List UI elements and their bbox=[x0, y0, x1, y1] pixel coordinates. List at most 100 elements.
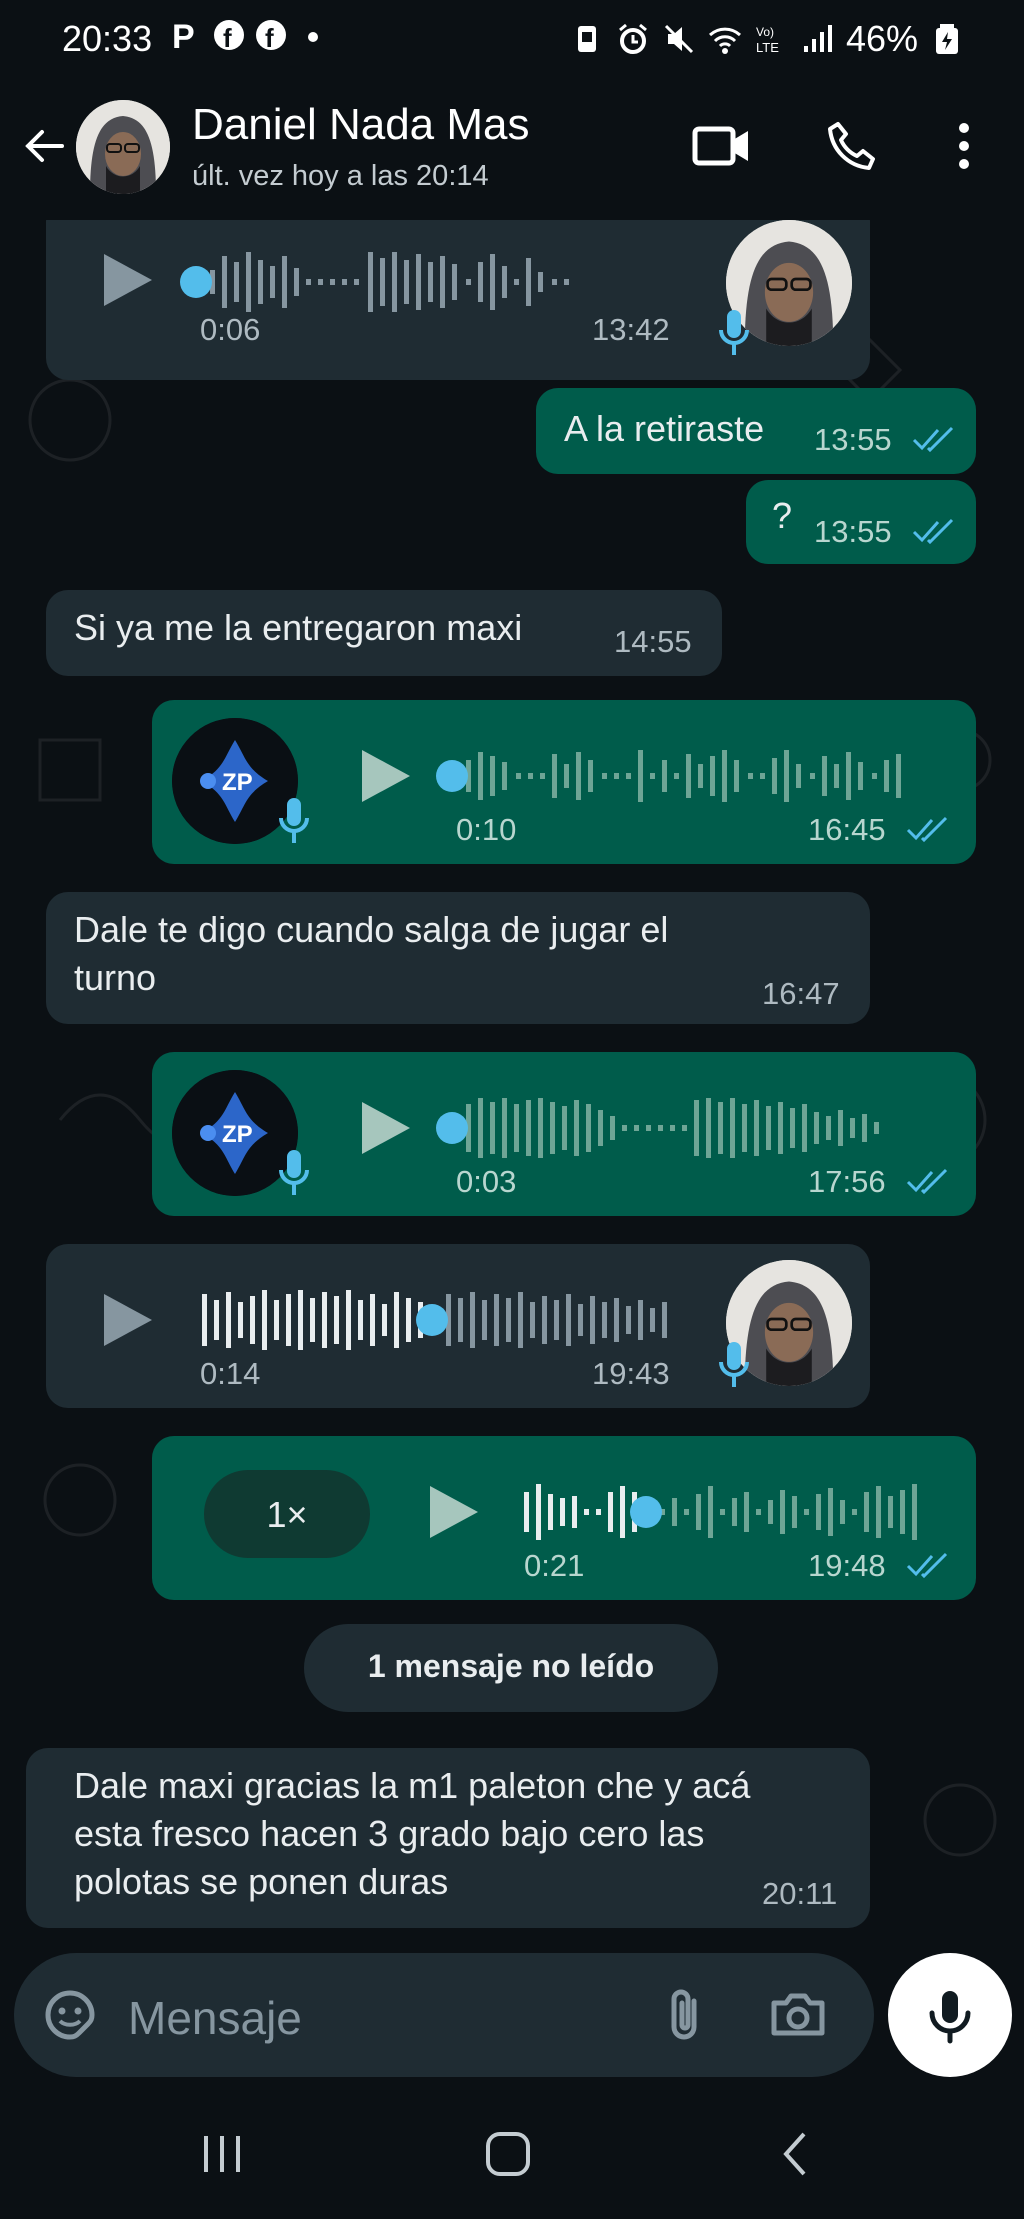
system-navigation-bar bbox=[0, 2088, 1024, 2219]
chat-header: Daniel Nada Mas últ. vez hoy a las 20:14 bbox=[0, 78, 1024, 220]
incoming-text-message[interactable]: Dale maxi gracias la m1 paleton che y ac… bbox=[26, 1748, 870, 1928]
svg-text:f: f bbox=[265, 23, 274, 52]
video-camera-icon bbox=[692, 126, 748, 166]
voice-duration: 0:06 bbox=[200, 312, 261, 347]
notification-icons: P f f bbox=[170, 18, 330, 52]
play-icon[interactable] bbox=[354, 1098, 414, 1158]
message-text-line: turno bbox=[74, 957, 157, 998]
recent-apps-icon[interactable] bbox=[192, 2124, 252, 2184]
voice-duration: 0:10 bbox=[456, 812, 517, 847]
battery-percent: 46% bbox=[845, 18, 918, 59]
play-icon[interactable] bbox=[96, 250, 156, 310]
screenshot-icon bbox=[577, 26, 596, 52]
volte-icon: Vo)LTE bbox=[756, 25, 779, 55]
message-time: 20:11 bbox=[762, 1876, 838, 1911]
incoming-text-message[interactable]: Dale te digo cuando salga de jugar el tu… bbox=[46, 892, 870, 1024]
outgoing-voice-message[interactable]: ZP 0:10 16:45 bbox=[152, 700, 976, 864]
mic-icon bbox=[929, 1991, 971, 2044]
last-seen: últ. vez hoy a las 20:14 bbox=[192, 160, 489, 192]
more-options-button[interactable] bbox=[932, 114, 996, 178]
play-icon[interactable] bbox=[354, 746, 414, 806]
play-icon[interactable] bbox=[422, 1482, 482, 1542]
audio-waveform[interactable] bbox=[180, 242, 720, 322]
message-time: 13:42 bbox=[592, 312, 670, 347]
svg-text:ZP: ZP bbox=[222, 769, 253, 796]
double-check-read-icon bbox=[906, 1168, 948, 1195]
message-time: 16:47 bbox=[762, 976, 840, 1011]
double-check-read-icon bbox=[906, 1552, 948, 1579]
dot-icon bbox=[308, 32, 318, 42]
back-arrow-icon[interactable] bbox=[18, 120, 70, 172]
mic-icon bbox=[719, 310, 749, 355]
svg-text:ZP: ZP bbox=[222, 1121, 253, 1148]
svg-text:LTE: LTE bbox=[756, 40, 779, 55]
svg-text:f: f bbox=[223, 23, 232, 52]
outgoing-voice-message[interactable]: ZP 0:03 17:56 bbox=[152, 1052, 976, 1216]
message-time: 19:43 bbox=[592, 1356, 670, 1391]
message-text: Si ya me la entregaron maxi bbox=[74, 607, 523, 648]
voice-duration: 0:14 bbox=[200, 1356, 261, 1391]
audio-waveform[interactable] bbox=[516, 1472, 956, 1552]
message-input-field[interactable]: Mensaje bbox=[14, 1953, 874, 2077]
double-check-read-icon bbox=[912, 426, 954, 453]
svg-text:Vo): Vo) bbox=[756, 25, 774, 39]
message-text: ? bbox=[772, 495, 793, 536]
incoming-voice-message[interactable]: 0:06 13:42 bbox=[46, 220, 870, 380]
message-placeholder: Mensaje bbox=[128, 1992, 302, 2044]
video-call-button[interactable] bbox=[690, 114, 754, 178]
outgoing-voice-message[interactable]: 1× 0:21 19:48 bbox=[152, 1436, 976, 1600]
incoming-voice-message[interactable]: 0:14 19:43 bbox=[46, 1244, 870, 1408]
audio-waveform[interactable] bbox=[436, 736, 956, 816]
signal-icon bbox=[803, 25, 832, 52]
facebook-icon: f bbox=[256, 20, 286, 52]
composer-bar: Mensaje bbox=[0, 1953, 1024, 2088]
outgoing-text-message[interactable]: ? 13:55 bbox=[746, 480, 976, 564]
contact-avatar[interactable] bbox=[76, 100, 170, 194]
message-time: 19:48 bbox=[808, 1548, 886, 1583]
playback-speed-label: 1× bbox=[266, 1494, 308, 1535]
contact-name[interactable]: Daniel Nada Mas bbox=[192, 100, 530, 150]
playback-speed-button[interactable]: 1× bbox=[204, 1470, 370, 1558]
voice-call-button[interactable] bbox=[820, 114, 884, 178]
camera-icon[interactable] bbox=[768, 1985, 828, 2045]
message-text-line: polotas se ponen duras bbox=[74, 1861, 449, 1902]
audio-waveform[interactable] bbox=[200, 1280, 720, 1360]
audio-waveform[interactable] bbox=[436, 1088, 956, 1168]
battery-icon bbox=[936, 24, 958, 54]
status-time: 20:33 bbox=[62, 18, 153, 59]
system-icons: Vo) LTE 46% bbox=[570, 18, 964, 60]
message-time: 17:56 bbox=[808, 1164, 886, 1199]
outgoing-text-message[interactable]: A la retiraste 13:55 bbox=[536, 388, 976, 474]
status-bar: 20:33 P f f Vo) LTE 46% bbox=[0, 0, 1024, 78]
message-time: 16:45 bbox=[808, 812, 886, 847]
mic-icon bbox=[279, 1150, 309, 1195]
double-check-read-icon bbox=[912, 518, 954, 545]
mute-icon bbox=[664, 24, 693, 54]
message-list[interactable]: 0:06 13:42 A la retiraste 13:55 ? 13:55 … bbox=[0, 220, 1024, 1953]
incoming-text-message[interactable]: Si ya me la entregaron maxi 14:55 bbox=[46, 590, 722, 676]
wifi-icon bbox=[708, 27, 741, 54]
home-icon[interactable] bbox=[478, 2124, 538, 2184]
message-time: 13:55 bbox=[814, 422, 892, 457]
double-check-read-icon bbox=[906, 816, 948, 843]
message-time: 13:55 bbox=[814, 514, 892, 549]
message-text: A la retiraste bbox=[564, 408, 765, 449]
message-time: 14:55 bbox=[614, 624, 692, 659]
unread-count-label: 1 mensaje no leído bbox=[367, 1648, 655, 1684]
back-nav-icon[interactable] bbox=[766, 2124, 826, 2184]
play-icon[interactable] bbox=[96, 1290, 156, 1350]
message-text-line: Dale te digo cuando salga de jugar el bbox=[74, 909, 669, 950]
person-photo-icon bbox=[76, 100, 170, 194]
voice-duration: 0:21 bbox=[524, 1548, 585, 1583]
paypal-icon: P bbox=[172, 18, 195, 52]
unread-messages-divider: 1 mensaje no leído bbox=[304, 1624, 718, 1712]
kebab-menu-icon bbox=[959, 123, 969, 169]
svg-text:P: P bbox=[172, 18, 195, 52]
voice-duration: 0:03 bbox=[456, 1164, 517, 1199]
alarm-icon bbox=[618, 23, 647, 54]
mic-icon bbox=[719, 1342, 749, 1387]
message-text-line: Dale maxi gracias la m1 paleton che y ac… bbox=[74, 1765, 751, 1806]
sticker-emoji-icon[interactable] bbox=[40, 1985, 100, 2045]
attach-paperclip-icon[interactable] bbox=[654, 1985, 714, 2045]
record-voice-button[interactable] bbox=[888, 1953, 1012, 2077]
